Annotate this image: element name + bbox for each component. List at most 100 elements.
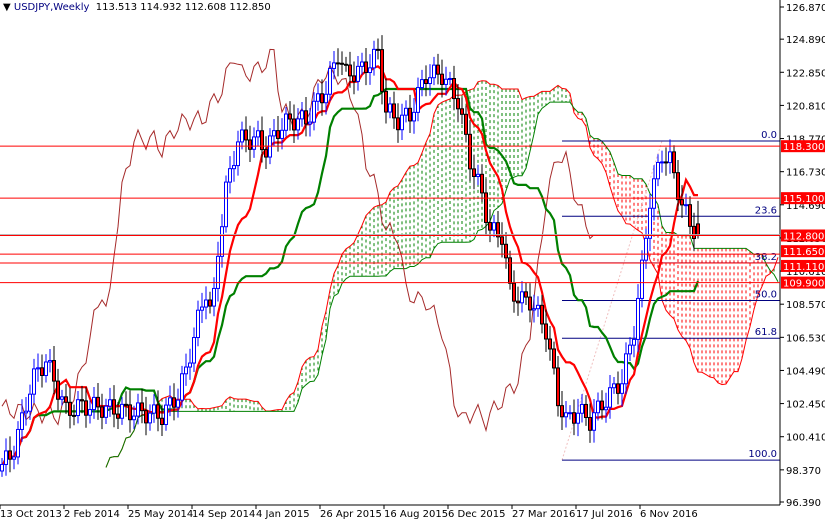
candle-body (36, 367, 40, 370)
candle-body (556, 367, 560, 407)
candle (16, 421, 20, 465)
candle-body (96, 396, 100, 408)
candle-body (164, 404, 168, 426)
candle (408, 94, 412, 133)
price-chart[interactable]: 0.0 23.6 38.2 50.0 61.8 100.0 126.870 124.890 1… (0, 0, 825, 521)
candle-body (488, 221, 492, 231)
fib-level-label: 38.2 (755, 252, 777, 263)
candle-body (108, 399, 112, 407)
candle-body (32, 368, 36, 395)
candle-body (224, 181, 228, 228)
candle (56, 368, 60, 411)
candle (468, 120, 472, 182)
candle-body (532, 308, 536, 311)
candle-body (596, 400, 600, 414)
candle (472, 154, 476, 190)
candle (412, 98, 416, 134)
candle-body (504, 243, 508, 259)
candle (144, 396, 148, 436)
candle-body (416, 87, 420, 113)
candle-body (52, 360, 56, 382)
candle (628, 337, 632, 362)
candle (552, 341, 556, 375)
time-tick-label: 4 Jan 2015 (256, 509, 310, 520)
candle (648, 194, 652, 252)
axes: 126.870124.890122.850120.810118.770116.7… (0, 0, 825, 520)
candle (432, 56, 436, 86)
candle-body (688, 204, 692, 227)
candle-body (420, 79, 424, 89)
candle-body (56, 380, 60, 400)
candle (108, 387, 112, 417)
candle-body (152, 404, 156, 414)
candle-body (644, 237, 648, 261)
candle-body (448, 78, 452, 81)
candle (460, 97, 464, 125)
time-tick-label: 13 Oct 2013 (0, 509, 62, 520)
candle (184, 353, 188, 386)
ichimoku-cloud (105, 80, 779, 468)
candle (80, 385, 84, 414)
candle (360, 52, 364, 75)
candle-body (376, 48, 380, 51)
candle-body (72, 414, 76, 417)
candle (368, 54, 372, 85)
candle (140, 388, 144, 424)
candle-body (636, 297, 640, 340)
candle-body (492, 222, 496, 231)
candle-body (100, 406, 104, 418)
candle (688, 196, 692, 234)
candle-body (288, 113, 292, 120)
candle-body (220, 226, 224, 257)
candle-body (500, 236, 504, 245)
candle (588, 403, 592, 443)
candle-body (472, 168, 476, 178)
candle (252, 127, 256, 158)
level-price-label: 109.900 (783, 279, 824, 290)
candle (176, 388, 180, 418)
candle-body (192, 337, 196, 364)
candle-body (176, 399, 180, 408)
candle-body (20, 412, 24, 430)
candle-body (204, 299, 208, 308)
candle-body (676, 172, 680, 201)
candle-body (588, 417, 592, 431)
candle-body (576, 412, 580, 424)
candle-body (48, 360, 52, 363)
candle-body (440, 73, 444, 85)
candle (424, 65, 428, 97)
candle (572, 399, 576, 436)
time-tick-label: 6 Nov 2016 (640, 509, 698, 520)
candle (636, 284, 640, 353)
candle (332, 50, 336, 80)
candle-body (380, 49, 384, 92)
candle-body (272, 130, 276, 137)
candle-body (384, 90, 388, 113)
candle (696, 200, 700, 239)
candle (32, 358, 36, 404)
candle (76, 390, 80, 424)
candle (40, 354, 44, 388)
candle (0, 457, 4, 477)
dropdown-triangle-icon[interactable]: ▼ (3, 2, 11, 13)
candle (352, 61, 356, 95)
candle (500, 222, 504, 258)
candle-body (396, 117, 400, 131)
candle (68, 387, 72, 429)
candle-body (212, 287, 216, 307)
candle-body (304, 110, 308, 125)
candle (208, 291, 212, 314)
candle-body (28, 393, 32, 412)
candle (400, 103, 404, 141)
horizontal-levels: 118.300 115.100 112.800 111.650 111.110 109.9… (0, 140, 825, 290)
candle-body (552, 348, 556, 369)
candle (344, 56, 348, 72)
candle (308, 108, 312, 137)
candle-body (0, 463, 4, 472)
candle-body (216, 255, 220, 289)
candle-body (592, 412, 596, 431)
candle (616, 371, 620, 405)
price-tick-label: 96.390 (786, 498, 821, 509)
candle (536, 296, 540, 317)
candle (560, 391, 564, 430)
